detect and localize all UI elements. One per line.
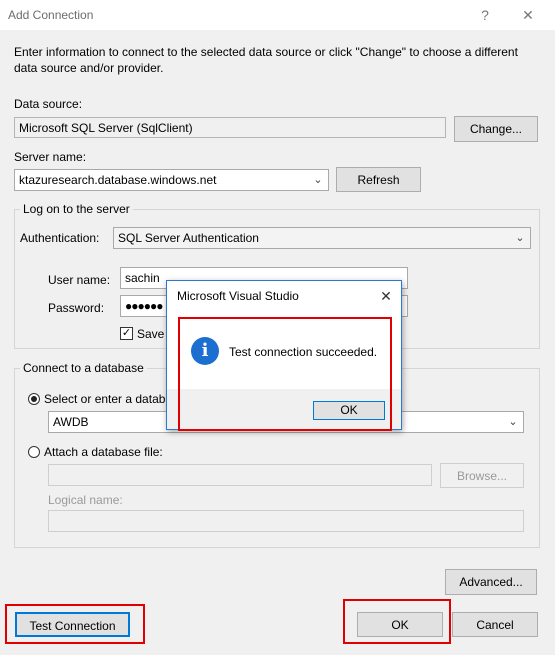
database-file-input[interactable] <box>48 464 432 486</box>
instructions-text: Enter information to connect to the sele… <box>14 45 518 75</box>
close-button[interactable]: ✕ <box>517 5 539 25</box>
chevron-down-icon[interactable]: ⌄ <box>512 228 528 248</box>
authentication-value: SQL Server Authentication <box>118 231 259 245</box>
password-label: Password: <box>48 301 105 315</box>
data-source-label: Data source: <box>14 97 83 111</box>
logon-group-title: Log on to the server <box>20 202 133 216</box>
authentication-label: Authentication: <box>20 231 100 245</box>
chevron-down-icon[interactable]: ⌄ <box>505 412 521 432</box>
attach-database-label: Attach a database file: <box>44 445 163 459</box>
browse-button[interactable]: Browse... <box>440 463 524 488</box>
cancel-button[interactable]: Cancel <box>452 612 538 637</box>
attach-database-radio[interactable] <box>28 446 40 458</box>
authentication-combo[interactable]: SQL Server Authentication ⌄ <box>113 227 531 249</box>
highlight-test-connection <box>5 604 145 644</box>
user-name-label: User name: <box>48 273 111 287</box>
message-box-title: Microsoft Visual Studio <box>177 289 299 303</box>
select-database-radio[interactable] <box>28 393 40 405</box>
data-source-field: Microsoft SQL Server (SqlClient) <box>14 117 446 138</box>
save-password-checkbox[interactable]: ✓ <box>120 327 133 340</box>
change-button[interactable]: Change... <box>454 116 538 142</box>
refresh-button[interactable]: Refresh <box>336 167 421 192</box>
advanced-button[interactable]: Advanced... <box>445 569 537 595</box>
window-title: Add Connection <box>8 8 94 22</box>
select-database-label: Select or enter a databa <box>44 392 173 406</box>
database-group-title: Connect to a database <box>20 361 147 375</box>
server-name-combo[interactable]: ktazuresearch.database.windows.net ⌄ <box>14 169 329 191</box>
close-icon[interactable]: ✕ <box>375 286 397 306</box>
server-name-label: Server name: <box>14 150 87 164</box>
logical-name-input[interactable] <box>48 510 524 532</box>
chevron-down-icon[interactable]: ⌄ <box>310 170 326 190</box>
logical-name-label: Logical name: <box>48 493 123 507</box>
help-button[interactable]: ? <box>474 5 496 25</box>
highlight-message <box>178 317 392 431</box>
database-name-value: AWDB <box>53 415 89 429</box>
highlight-ok <box>343 599 451 644</box>
server-name-value: ktazuresearch.database.windows.net <box>19 173 217 187</box>
